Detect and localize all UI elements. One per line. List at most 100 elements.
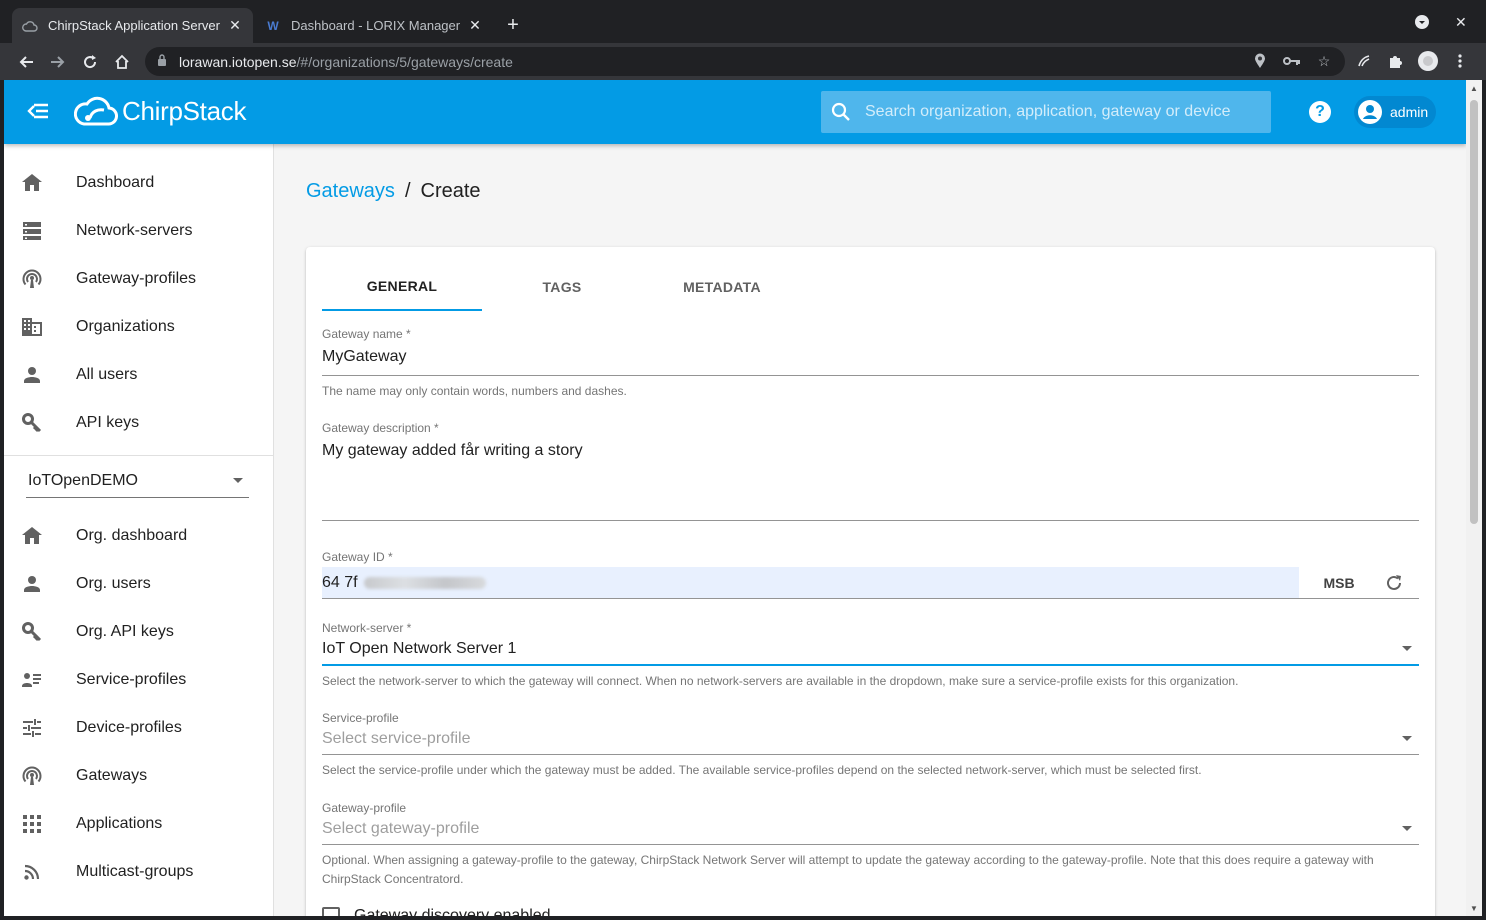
organization-select-value: IoTOpenDEMO — [28, 471, 138, 489]
redacted-id-blur — [363, 576, 486, 589]
sidebar-item-network-servers[interactable]: Network-servers — [4, 207, 273, 255]
tab-title: Dashboard - LORIX Manager — [291, 18, 461, 33]
service-profile-select[interactable]: Select service-profile — [322, 725, 1419, 754]
sidebar-item-org-dashboard[interactable]: Org. dashboard — [4, 512, 273, 560]
sidebar-item-organizations[interactable]: Organizations — [4, 303, 273, 351]
back-button[interactable] — [14, 50, 38, 74]
search-input[interactable] — [865, 103, 1265, 121]
page-scrollbar[interactable]: ▲ ▼ — [1466, 80, 1482, 916]
reload-button[interactable] — [78, 50, 102, 74]
network-server-help: Select the network-server to which the g… — [322, 674, 1239, 688]
sidebar-item-multicast-groups[interactable]: Multicast-groups — [4, 848, 273, 896]
gateway-profile-help: Optional. When assigning a gateway-profi… — [322, 853, 1374, 886]
browser-tab-chirpstack[interactable]: ChirpStack Application Server ✕ — [12, 8, 253, 43]
service-profile-placeholder: Select service-profile — [322, 729, 471, 747]
organization-select[interactable]: IoTOpenDEMO — [26, 464, 249, 498]
scroll-down-arrow-icon[interactable]: ▼ — [1466, 900, 1482, 916]
input-underline — [322, 844, 1419, 845]
tab-search-icon[interactable] — [1414, 14, 1430, 33]
puzzle-extensions-icon[interactable] — [1386, 51, 1406, 71]
sidebar-item-org-users[interactable]: Org. users — [4, 560, 273, 608]
gateway-profile-placeholder: Select gateway-profile — [322, 819, 480, 837]
gateway-discovery-checkbox[interactable] — [322, 907, 340, 916]
network-server-select[interactable]: IoT Open Network Server 1 — [322, 635, 1419, 664]
sidebar-item-device-profiles[interactable]: Device-profiles — [4, 704, 273, 752]
browser-toolbar: lorawan.iotopen.se/#/organizations/5/gat… — [0, 43, 1486, 80]
account-icon — [22, 574, 42, 594]
extension-icon[interactable] — [1354, 51, 1374, 71]
gateway-name-field[interactable]: Gateway name * MyGateway The name may on… — [322, 327, 1419, 401]
scroll-up-arrow-icon[interactable]: ▲ — [1466, 80, 1482, 96]
tab-tags[interactable]: TAGS — [482, 263, 642, 311]
search-icon — [831, 102, 850, 121]
sidebar-item-gateway-profiles[interactable]: Gateway-profiles — [4, 255, 273, 303]
gateway-profile-select[interactable]: Select gateway-profile — [322, 815, 1419, 844]
chirpstack-cloud-icon — [74, 96, 118, 126]
new-tab-button[interactable]: + — [502, 14, 524, 37]
sidebar-item-api-keys[interactable]: API keys — [4, 399, 273, 447]
gateway-description-textarea[interactable]: My gateway added får writing a story — [322, 442, 1419, 515]
gateway-description-field[interactable]: Gateway description * My gateway added f… — [322, 421, 1419, 521]
sidebar-item-label: Dashboard — [76, 174, 155, 191]
gateway-id-input[interactable]: 64 7f — [322, 567, 1299, 598]
home-button[interactable] — [110, 50, 134, 74]
chevron-down-icon[interactable] — [1402, 646, 1412, 651]
location-icon[interactable] — [1250, 51, 1270, 71]
gateway-id-row: 64 7f MSB — [322, 567, 1419, 598]
bookmark-star-icon[interactable]: ☆ — [1314, 51, 1334, 71]
logo-text: ChirpStack — [122, 95, 247, 126]
chevron-down-icon[interactable] — [1402, 826, 1412, 831]
sidebar: Dashboard Network-servers Gateway-profil… — [4, 144, 274, 916]
sidebar-item-dashboard[interactable]: Dashboard — [4, 159, 273, 207]
user-menu-button[interactable]: admin — [1354, 96, 1436, 128]
account-icon — [22, 365, 42, 385]
profile-avatar-icon[interactable] — [1418, 51, 1438, 71]
sidebar-item-service-profiles[interactable]: Service-profiles — [4, 656, 273, 704]
address-bar[interactable]: lorawan.iotopen.se/#/organizations/5/gat… — [145, 47, 1345, 76]
tab-general[interactable]: GENERAL — [322, 263, 482, 311]
gateway-profile-field[interactable]: Gateway-profile Select gateway-profile O… — [322, 801, 1419, 889]
byte-order-toggle-button[interactable]: MSB — [1299, 575, 1379, 591]
browser-window: ChirpStack Application Server ✕ W Dashbo… — [0, 0, 1486, 920]
help-icon[interactable]: ? — [1309, 101, 1331, 123]
browser-menu-icon[interactable] — [1450, 51, 1470, 71]
url-path: /#/organizations/5/gateways/create — [296, 53, 513, 70]
account-details-icon — [22, 670, 42, 690]
sidebar-item-all-users[interactable]: All users — [4, 351, 273, 399]
global-search[interactable] — [821, 91, 1271, 133]
gateway-discovery-checkbox-row[interactable]: Gateway discovery enabled — [322, 907, 551, 916]
radio-tower-icon — [22, 766, 42, 786]
sidebar-item-applications[interactable]: Applications — [4, 800, 273, 848]
key-icon[interactable] — [1282, 51, 1302, 71]
refresh-icon[interactable] — [1379, 574, 1409, 592]
window-close-icon[interactable]: ✕ — [1455, 14, 1467, 31]
forward-button[interactable] — [46, 50, 70, 74]
close-tab-icon[interactable]: ✕ — [467, 17, 483, 34]
tab-title: ChirpStack Application Server — [48, 18, 220, 33]
gateway-name-input[interactable]: MyGateway — [322, 348, 1419, 370]
sidebar-item-label: Organizations — [76, 318, 175, 335]
sidebar-item-label: Service-profiles — [76, 671, 187, 688]
gateway-name-help: The name may only contain words, numbers… — [322, 384, 627, 398]
chevron-down-icon[interactable] — [1402, 736, 1412, 741]
tune-icon — [22, 718, 42, 738]
menu-collapse-icon[interactable] — [26, 100, 54, 124]
gateway-profile-label: Gateway-profile — [322, 801, 407, 815]
close-tab-icon[interactable]: ✕ — [227, 17, 243, 34]
gateway-form-card: GENERAL TAGS METADATA Gateway name * MyG… — [306, 247, 1435, 916]
tab-metadata[interactable]: METADATA — [642, 263, 802, 311]
network-server-field[interactable]: Network-server * IoT Open Network Server… — [322, 621, 1419, 691]
input-underline — [322, 598, 1419, 599]
sidebar-item-org-api-keys[interactable]: Org. API keys — [4, 608, 273, 656]
sidebar-item-label: Gateway-profiles — [76, 270, 197, 287]
key-icon — [22, 413, 42, 433]
scrollbar-thumb[interactable] — [1470, 100, 1478, 524]
sidebar-item-gateways[interactable]: Gateways — [4, 752, 273, 800]
service-profile-field[interactable]: Service-profile Select service-profile S… — [322, 711, 1419, 780]
server-icon — [22, 221, 42, 241]
breadcrumb-gateways-link[interactable]: Gateways — [306, 180, 395, 203]
gateway-id-field[interactable]: Gateway ID * 64 7f MSB — [322, 550, 1419, 599]
gateway-id-label: Gateway ID * — [322, 550, 393, 564]
browser-tab-lorix[interactable]: W Dashboard - LORIX Manager ✕ — [255, 8, 493, 43]
chirpstack-logo[interactable]: ChirpStack — [74, 93, 246, 129]
